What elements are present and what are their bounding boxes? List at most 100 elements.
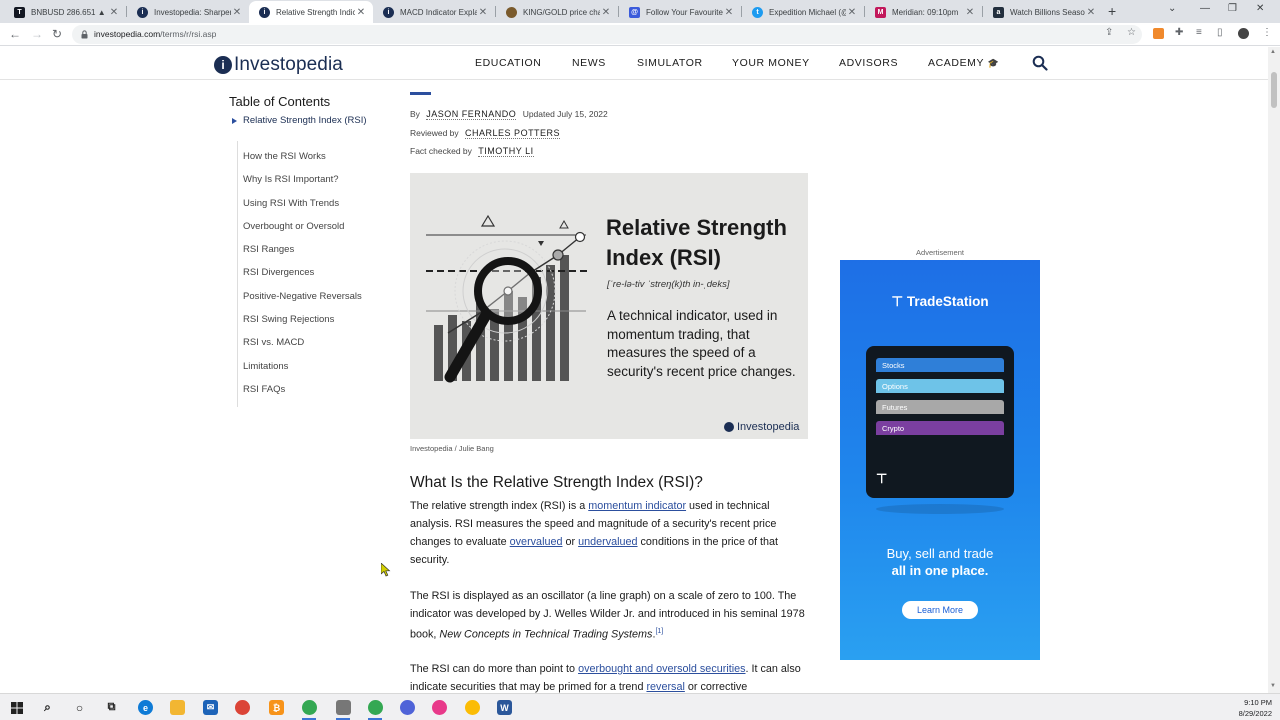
ad-pill: Options	[876, 379, 1004, 393]
browser-tab-active[interactable]: i Relative Strength Indic ✕	[249, 1, 373, 23]
link-reversal[interactable]: reversal	[646, 681, 684, 693]
article-paragraph: The RSI can do more than point to overbo…	[410, 663, 801, 693]
close-tab-icon[interactable]: ✕	[355, 7, 367, 18]
investopedia-logo-icon	[724, 422, 734, 432]
hero-brand: Investopedia	[724, 421, 799, 433]
toc-item-overbought-oversold[interactable]: Overbought or Oversold	[238, 221, 377, 244]
reload-icon[interactable]: ↻	[52, 27, 62, 41]
coin-icon	[506, 6, 517, 18]
reading-list-icon[interactable]: ≡	[1196, 27, 1202, 38]
factchecker-link[interactable]: TIMOTHY LI	[478, 146, 534, 157]
word-icon[interactable]: W	[497, 700, 512, 715]
close-tab-icon[interactable]: ✕	[723, 7, 735, 18]
address-bar[interactable]: investopedia.com/terms/r/rsi.asp	[72, 25, 1142, 44]
bookmark-star-icon[interactable]: ☆	[1127, 27, 1136, 38]
nav-simulator[interactable]: SIMULATOR	[637, 57, 703, 69]
extensions-puzzle-icon[interactable]: ✚	[1175, 27, 1183, 38]
link-overvalued[interactable]: overvalued	[510, 536, 563, 548]
chrome-profile-icon[interactable]	[302, 700, 317, 715]
nav-advisors[interactable]: ADVISORS	[839, 57, 898, 69]
browser-menu-icon[interactable]: ⋮	[1262, 27, 1272, 38]
close-tab-icon[interactable]: ✕	[846, 7, 858, 18]
browser-tab[interactable]: i MACD Indicator Explai ✕	[373, 1, 495, 23]
new-tab-button[interactable]: +	[1108, 3, 1116, 19]
edge-icon[interactable]: e	[138, 700, 153, 715]
ad-pill: Futures	[876, 400, 1004, 414]
browser-tab[interactable]: T BNBUSD 286.651 ▲ +0. ✕	[4, 1, 126, 23]
toc-item-rsi-ranges[interactable]: RSI Ranges	[238, 244, 377, 267]
bitcoin-app-icon[interactable]: ₿	[269, 700, 284, 715]
close-tab-icon[interactable]: ✕	[600, 7, 612, 18]
ad-pill: Stocks	[876, 358, 1004, 372]
mail-icon[interactable]: ✉	[203, 700, 218, 715]
toc-item-rsi-swing-rejections[interactable]: RSI Swing Rejections	[238, 314, 377, 337]
browser-tab[interactable]: KING/GOLD price char ✕	[496, 1, 618, 23]
nav-news[interactable]: NEWS	[572, 57, 606, 69]
author-link[interactable]: JASON FERNANDO	[426, 109, 517, 120]
toc-item-how-rsi-works[interactable]: How the RSI Works	[238, 151, 377, 174]
toc-item-using-rsi-trends[interactable]: Using RSI With Trends	[238, 198, 377, 221]
reference-link[interactable]: [1]	[655, 628, 663, 635]
article-heading: What Is the Relative Strength Index (RSI…	[410, 474, 703, 491]
ad-learn-more-button[interactable]: Learn More	[902, 601, 978, 619]
app-icon[interactable]	[400, 700, 415, 715]
search-icon[interactable]	[1032, 55, 1048, 71]
toc-item-rsi-divergences[interactable]: RSI Divergences	[238, 267, 377, 290]
task-view-icon[interactable]: ⧉	[104, 700, 119, 715]
document-app-icon[interactable]	[336, 700, 351, 715]
close-tab-icon[interactable]: ✕	[477, 7, 489, 18]
browser-tab[interactable]: i Investopedia: Sharper ✕	[127, 1, 249, 23]
close-tab-icon[interactable]: ✕	[231, 7, 243, 18]
ad-tagline-bold: all in one place.	[891, 563, 989, 578]
chrome-profile-icon[interactable]	[368, 700, 383, 715]
browser-tab[interactable]: M Meridian: 09:10pm ✕	[865, 1, 982, 23]
tradestation-ad[interactable]: ⊤ TradeStation Stocks Options Futures Cr…	[840, 260, 1040, 660]
share-icon[interactable]: ⇪	[1105, 27, 1113, 38]
close-tab-icon[interactable]: ✕	[964, 7, 976, 18]
search-icon[interactable]: ⌕	[40, 700, 55, 715]
toc-item-why-rsi-important[interactable]: Why Is RSI Important?	[238, 174, 377, 197]
close-window-button[interactable]: ✕	[1256, 3, 1264, 14]
investopedia-logo[interactable]: i Investopedia	[214, 54, 343, 76]
scroll-up-arrow-icon[interactable]: ▲	[1270, 49, 1276, 55]
profile-avatar-icon[interactable]	[1238, 28, 1249, 39]
nav-your-money[interactable]: YOUR MONEY	[732, 57, 810, 69]
ad-tagline: Buy, sell and trade	[886, 546, 994, 561]
browser-tab[interactable]: t Expedition Michael (@ ✕	[742, 1, 864, 23]
restore-button[interactable]: ❐	[1228, 3, 1237, 14]
page-scrollbar[interactable]: ▲ ▼	[1268, 47, 1280, 693]
metamask-extension-icon[interactable]	[1153, 28, 1164, 39]
toc-item-rsi[interactable]: Relative Strength Index (RSI)	[232, 115, 377, 151]
app-icon[interactable]	[432, 700, 447, 715]
scroll-down-arrow-icon[interactable]: ▼	[1270, 683, 1276, 689]
chrome-icon[interactable]	[235, 700, 250, 715]
hero-description: A technical indicator, used in momentum …	[607, 308, 796, 379]
side-panel-icon[interactable]: ▯	[1217, 27, 1223, 38]
toc-item-positive-negative-reversals[interactable]: Positive-Negative Reversals	[238, 291, 377, 314]
nav-academy[interactable]: ACADEMY 🎓	[928, 57, 999, 69]
browser-tab[interactable]: @ Follow Your Favourite ✕	[619, 1, 741, 23]
toc-item-rsi-vs-macd[interactable]: RSI vs. MACD	[238, 337, 377, 360]
toc-item-limitations[interactable]: Limitations	[238, 361, 377, 384]
file-explorer-icon[interactable]	[170, 700, 185, 715]
link-overbought-oversold[interactable]: overbought and oversold securities	[578, 663, 745, 675]
forward-icon[interactable]: →	[31, 27, 43, 41]
chrome-icon[interactable]	[465, 700, 480, 715]
minimize-button[interactable]: —	[1200, 3, 1210, 14]
nav-education[interactable]: EDUCATION	[475, 57, 541, 69]
windows-start-icon[interactable]	[9, 700, 24, 715]
toc-item-rsi-faqs[interactable]: RSI FAQs	[238, 384, 377, 407]
reviewer-link[interactable]: CHARLES POTTERS	[465, 128, 561, 139]
back-icon[interactable]: ←	[9, 27, 21, 41]
taskbar-clock[interactable]: 9:10 PM 8/29/2022	[1239, 697, 1272, 719]
tab-search-icon[interactable]: ⌄	[1168, 3, 1176, 14]
close-tab-icon[interactable]: ✕	[1085, 7, 1097, 18]
browser-tab[interactable]: a Watch Billions Season ✕	[983, 1, 1103, 23]
scrollbar-thumb[interactable]	[1271, 72, 1277, 108]
cortana-icon[interactable]: ○	[72, 700, 87, 715]
app-icon: @	[629, 6, 640, 18]
close-tab-icon[interactable]: ✕	[108, 7, 120, 18]
link-undervalued[interactable]: undervalued	[578, 536, 637, 548]
link-momentum-indicator[interactable]: momentum indicator	[588, 500, 686, 512]
browser-tab-strip: T BNBUSD 286.651 ▲ +0. ✕ i Investopedia:…	[0, 0, 1280, 23]
